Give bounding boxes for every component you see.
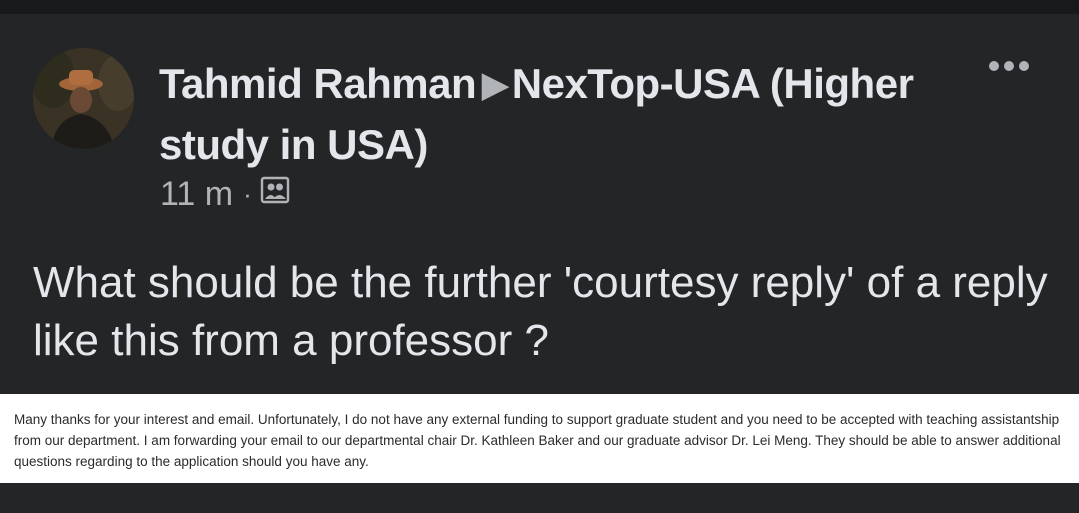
audience-group-icon[interactable] bbox=[260, 174, 290, 214]
author-name[interactable]: Tahmid Rahman bbox=[159, 60, 477, 107]
top-bar bbox=[0, 0, 1079, 14]
attached-image[interactable]: Many thanks for your interest and email.… bbox=[0, 394, 1079, 483]
meta-separator: · bbox=[243, 179, 252, 209]
post-text: What should be the further 'courtesy rep… bbox=[33, 258, 1048, 365]
avatar[interactable] bbox=[33, 48, 134, 149]
more-options-icon[interactable] bbox=[986, 56, 1032, 76]
post-meta: 11 m · bbox=[160, 174, 290, 214]
post-timestamp[interactable]: 11 m bbox=[160, 174, 233, 214]
arrow-right-icon: ▶ bbox=[482, 66, 508, 104]
post-header-title: Tahmid Rahman ▶NexTop-USA (Higher study i… bbox=[159, 54, 959, 175]
attached-image-text: Many thanks for your interest and email.… bbox=[14, 412, 1061, 469]
